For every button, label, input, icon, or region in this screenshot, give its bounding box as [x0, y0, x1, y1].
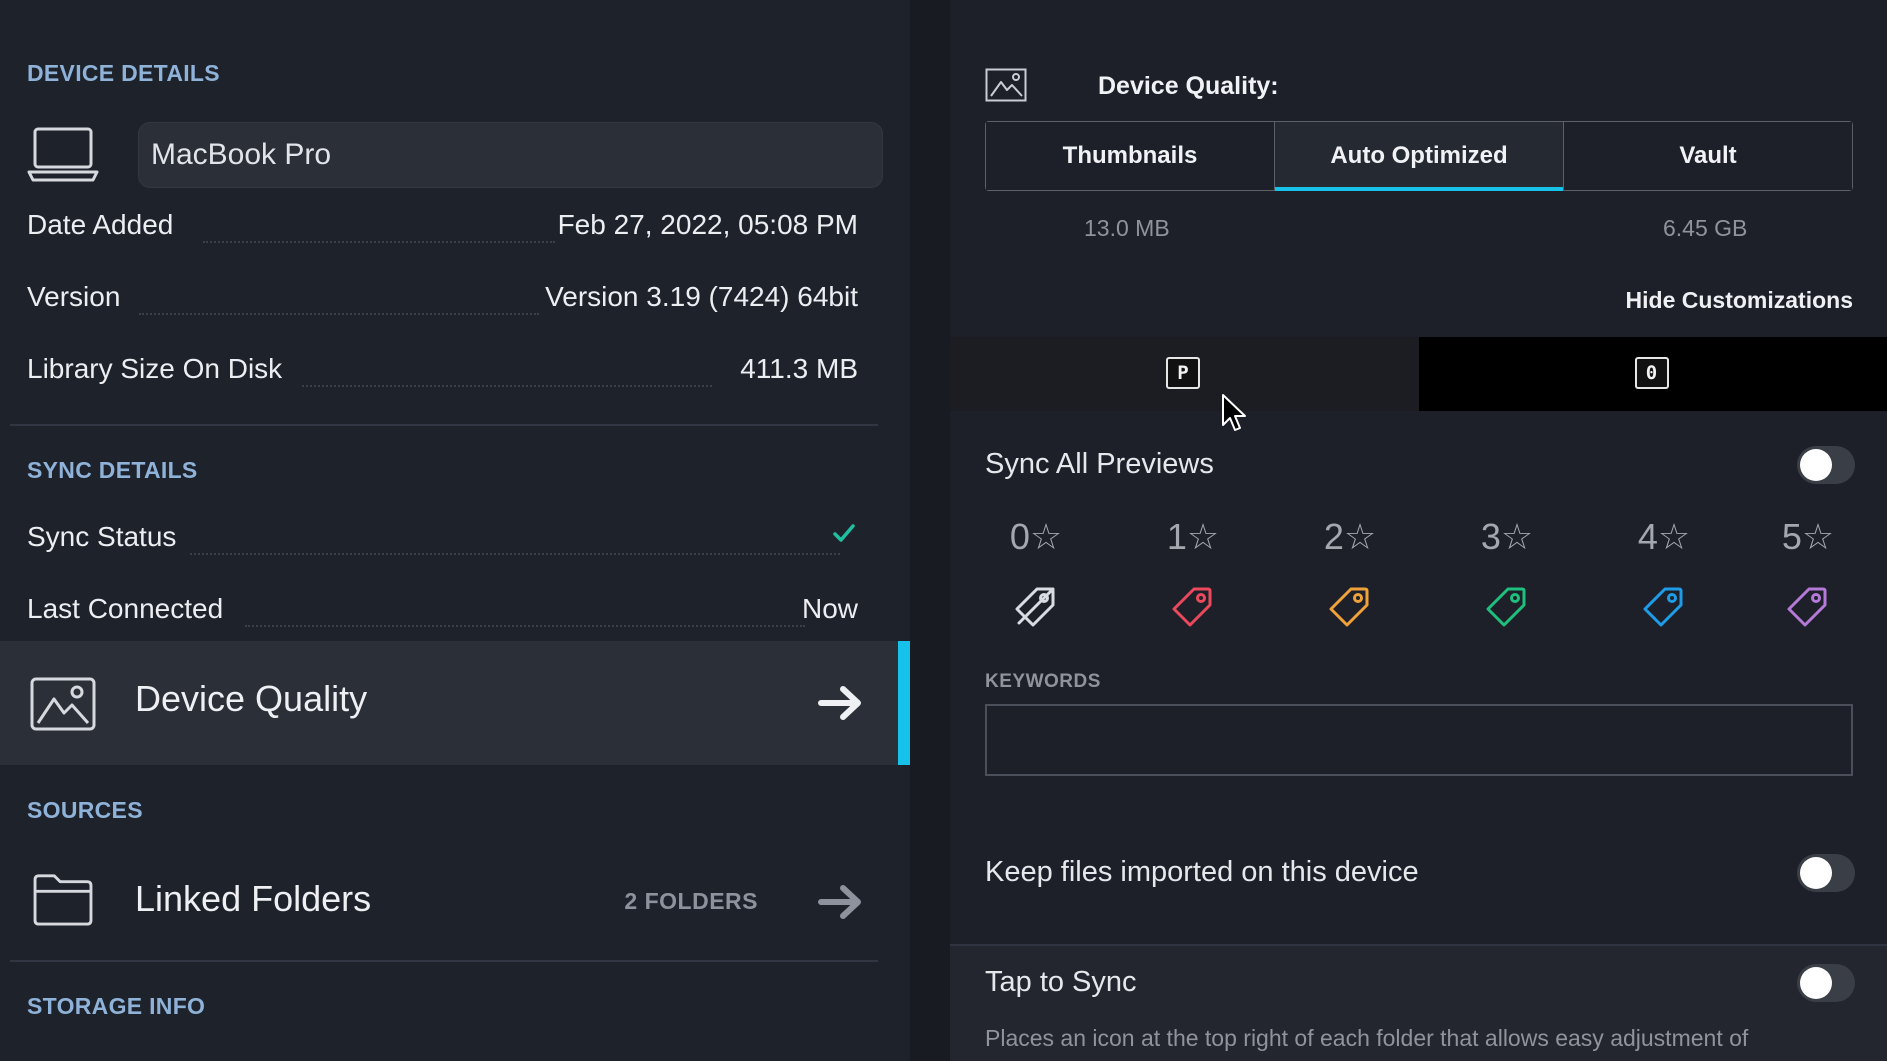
- version-row: Version Version 3.19 (7424) 64bit: [27, 275, 858, 319]
- purple-tag-icon: [1787, 587, 1827, 627]
- sync-all-previews-row: Sync All Previews: [985, 440, 1855, 490]
- toggle-knob: [1800, 857, 1832, 889]
- blue-tag-icon: [1643, 587, 1683, 627]
- device-quality-label: Device Quality: [135, 678, 368, 719]
- toggle-knob: [1800, 967, 1832, 999]
- dotted-leader: [245, 625, 805, 627]
- device-settings-panel: DEVICE DETAILS MacBook Pro Date Added Fe…: [0, 0, 910, 1061]
- laptop-icon: [27, 127, 99, 182]
- vault-option[interactable]: Vault: [1564, 122, 1852, 190]
- section-divider: [10, 424, 878, 426]
- rating-2-label: 2☆: [1323, 516, 1377, 557]
- device-quality-nav-item[interactable]: Device Quality: [0, 641, 910, 765]
- keep-files-label: Keep files imported on this device: [985, 856, 1419, 888]
- rating-filter-grid: 0☆ 1☆ 2☆ 3☆ 4☆ 5☆: [985, 515, 1853, 635]
- device-name-field[interactable]: MacBook Pro: [138, 122, 883, 188]
- keywords-label: KEYWORDS: [985, 671, 1101, 692]
- version-value: Version 3.19 (7424) 64bit: [545, 281, 858, 312]
- rating-4-label: 4☆: [1637, 516, 1691, 557]
- image-icon: [985, 68, 1027, 102]
- selected-accent-bar: [898, 641, 910, 765]
- green-tag-icon: [1486, 587, 1526, 627]
- tap-to-sync-row: Tap to Sync: [985, 958, 1855, 1008]
- hide-customizations-button[interactable]: Hide Customizations: [1626, 287, 1853, 314]
- library-size-row: Library Size On Disk 411.3 MB: [27, 347, 858, 391]
- auto-optimized-option[interactable]: Auto Optimized: [1275, 122, 1564, 191]
- version-label: Version: [27, 281, 121, 312]
- dotted-leader: [203, 241, 555, 243]
- toggle-knob: [1800, 449, 1832, 481]
- arrow-right-icon: [818, 686, 861, 720]
- sources-heading: SOURCES: [27, 797, 143, 823]
- tap-to-sync-toggle[interactable]: [1797, 964, 1855, 1002]
- rating-2-column[interactable]: 2☆: [1305, 515, 1395, 634]
- library-size-label: Library Size On Disk: [27, 353, 283, 384]
- zero-shortcut-cell[interactable]: 0: [1418, 337, 1887, 411]
- rating-3-column[interactable]: 3☆: [1462, 515, 1552, 634]
- device-quality-title: Device Quality:: [1098, 72, 1279, 100]
- device-quality-header: Device Quality:: [985, 66, 1865, 110]
- date-added-value: Feb 27, 2022, 05:08 PM: [557, 209, 858, 240]
- dotted-leader: [302, 385, 712, 387]
- thumbnails-size: 13.0 MB: [1084, 215, 1170, 241]
- rating-3-label: 3☆: [1480, 516, 1534, 557]
- red-tag-icon: [1172, 587, 1212, 627]
- keep-files-toggle[interactable]: [1797, 854, 1855, 892]
- date-added-label: Date Added: [27, 209, 174, 240]
- library-size-value: 411.3 MB: [740, 353, 858, 384]
- arrow-right-icon: [818, 885, 861, 919]
- no-tag-icon: [1015, 587, 1055, 627]
- dotted-leader: [139, 313, 539, 315]
- section-divider: [10, 960, 878, 962]
- rating-1-label: 1☆: [1166, 516, 1220, 557]
- last-connected-value: Now: [801, 593, 858, 624]
- vault-size: 6.45 GB: [1663, 215, 1748, 241]
- sync-all-previews-toggle[interactable]: [1797, 446, 1855, 484]
- folder-icon: [33, 874, 93, 926]
- rating-1-column[interactable]: 1☆: [1148, 515, 1238, 634]
- folder-count-badge: 2 FOLDERS: [624, 888, 758, 914]
- date-added-row: Date Added Feb 27, 2022, 05:08 PM: [27, 203, 858, 247]
- storage-info-heading: STORAGE INFO: [27, 993, 206, 1019]
- orange-tag-icon: [1329, 587, 1369, 627]
- rating-0-label: 0☆: [1009, 516, 1063, 557]
- image-icon: [30, 677, 96, 731]
- linked-folders-label: Linked Folders: [135, 878, 372, 919]
- sync-status-row: Sync Status: [27, 515, 858, 559]
- tap-to-sync-label: Tap to Sync: [985, 966, 1137, 998]
- key-p-badge: P: [1166, 357, 1200, 389]
- keywords-input[interactable]: [985, 704, 1853, 776]
- sync-status-label: Sync Status: [27, 521, 177, 552]
- shortcut-bar: P 0: [950, 337, 1887, 411]
- thumbnails-option[interactable]: Thumbnails: [986, 122, 1275, 190]
- dotted-leader: [190, 553, 840, 555]
- device-name-row: MacBook Pro: [27, 120, 883, 190]
- key-zero-badge: 0: [1634, 357, 1669, 389]
- linked-folders-nav-item[interactable]: Linked Folders 2 FOLDERS: [0, 856, 910, 940]
- keep-files-row: Keep files imported on this device: [985, 848, 1855, 898]
- rating-5-column[interactable]: 5☆: [1763, 515, 1853, 634]
- mouse-cursor-icon: [1222, 394, 1246, 431]
- quality-segmented-control: Thumbnails Auto Optimized Vault: [985, 121, 1853, 191]
- tap-to-sync-description: Places an icon at the top right of each …: [985, 1025, 1749, 1051]
- device-details-heading: DEVICE DETAILS: [27, 60, 220, 86]
- checkmark-icon: [833, 524, 855, 542]
- last-connected-row: Last Connected Now: [27, 587, 858, 631]
- device-quality-panel: Device Quality: Thumbnails Auto Optimize…: [950, 0, 1887, 1061]
- rating-4-column[interactable]: 4☆: [1619, 515, 1709, 634]
- rating-5-label: 5☆: [1781, 516, 1835, 557]
- sync-all-previews-label: Sync All Previews: [985, 448, 1214, 480]
- panel-gutter: [910, 0, 950, 1061]
- last-connected-label: Last Connected: [27, 593, 224, 624]
- sync-details-heading: SYNC DETAILS: [27, 457, 198, 483]
- rating-0-column[interactable]: 0☆: [991, 515, 1081, 634]
- pick-shortcut-cell[interactable]: P: [950, 337, 1419, 411]
